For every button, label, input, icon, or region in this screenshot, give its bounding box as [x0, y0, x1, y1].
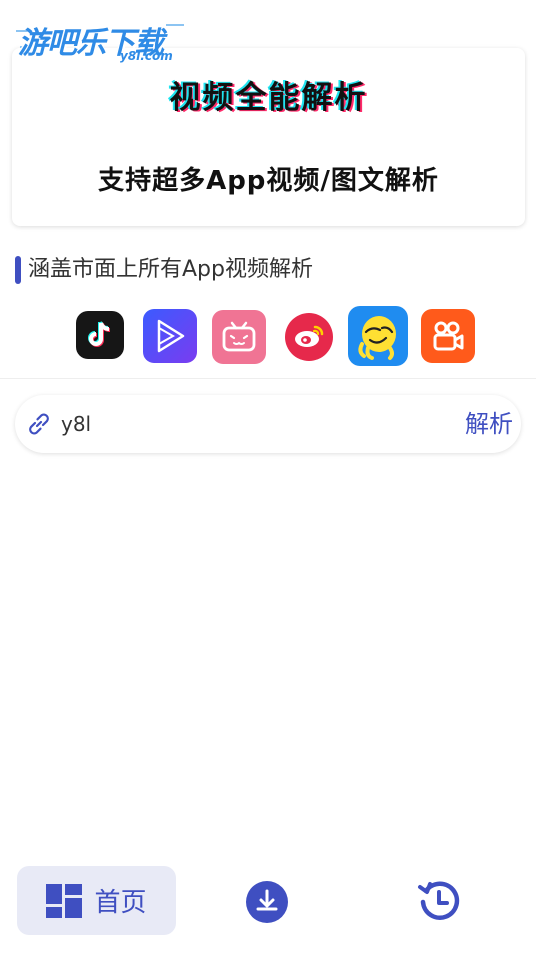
app-screen: 游吧乐下载 y8l.com 视频全能解析 支持超多App视频/图文解析 涵盖市面… — [0, 0, 536, 953]
banner-subtitle: 支持超多App视频/图文解析 — [98, 166, 439, 196]
link-input[interactable] — [61, 407, 441, 441]
dashboard-icon — [46, 883, 83, 918]
nav-home-tab[interactable]: 首页 — [17, 866, 176, 935]
bilibili-icon[interactable] — [212, 310, 266, 364]
link-input-card: 解析 — [15, 395, 521, 453]
douyin-icon[interactable] — [76, 311, 124, 359]
nav-home-label: 首页 — [94, 888, 147, 918]
nav-download-tab[interactable] — [245, 880, 289, 924]
kuaishou-icon[interactable] — [421, 309, 475, 363]
nav-history-tab[interactable] — [416, 878, 462, 924]
video-player-icon[interactable] — [143, 309, 197, 363]
pipixia-icon[interactable] — [348, 306, 408, 366]
watermark-domain: y8l.com — [120, 49, 173, 63]
section-title: 涵盖市面上所有App视频解析 — [28, 257, 313, 282]
download-icon — [246, 881, 288, 923]
section-accent-bar — [15, 256, 21, 284]
parse-button[interactable]: 解析 — [465, 407, 513, 441]
weibo-icon[interactable] — [285, 313, 333, 361]
bottom-nav: 首页 — [0, 860, 536, 953]
watermark-logo: 游吧乐下载 y8l.com — [16, 16, 191, 64]
banner-card: 视频全能解析 支持超多App视频/图文解析 — [12, 48, 525, 226]
link-icon — [29, 413, 49, 435]
divider — [0, 378, 536, 379]
banner-title: 视频全能解析 — [169, 80, 368, 116]
history-icon — [418, 881, 460, 920]
